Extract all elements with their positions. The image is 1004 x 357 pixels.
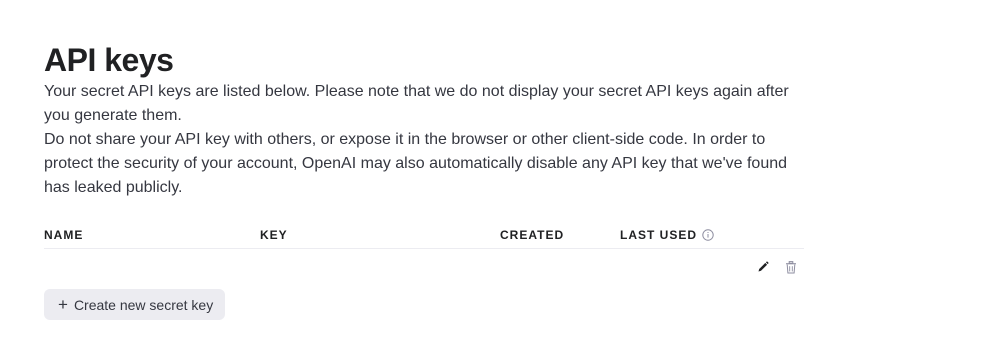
trash-icon[interactable] xyxy=(784,260,798,274)
create-new-secret-key-button[interactable]: + Create new secret key xyxy=(44,289,226,320)
column-header-last-used-wrap: LAST USED xyxy=(620,228,804,242)
info-icon[interactable] xyxy=(701,229,714,242)
column-header-created: CREATED xyxy=(500,228,565,242)
table-row xyxy=(44,249,804,285)
edit-icon[interactable] xyxy=(756,260,770,274)
column-header-key: KEY xyxy=(260,228,288,242)
page-title: API keys xyxy=(44,42,174,78)
column-header-last-used: LAST USED xyxy=(620,228,698,242)
plus-icon: + xyxy=(58,295,68,314)
api-keys-page: API keys Your secret API keys are listed… xyxy=(44,40,804,320)
api-keys-table: NAME KEY CREATED LAST USED xyxy=(44,222,804,285)
description-generate-notice: Your secret API keys are listed below. P… xyxy=(44,83,789,124)
table-header: NAME KEY CREATED LAST USED xyxy=(44,222,804,249)
create-button-label: Create new secret key xyxy=(73,296,214,313)
description-security-warning: Do not share your API key with others, o… xyxy=(44,131,788,196)
column-header-name: NAME xyxy=(44,228,84,242)
